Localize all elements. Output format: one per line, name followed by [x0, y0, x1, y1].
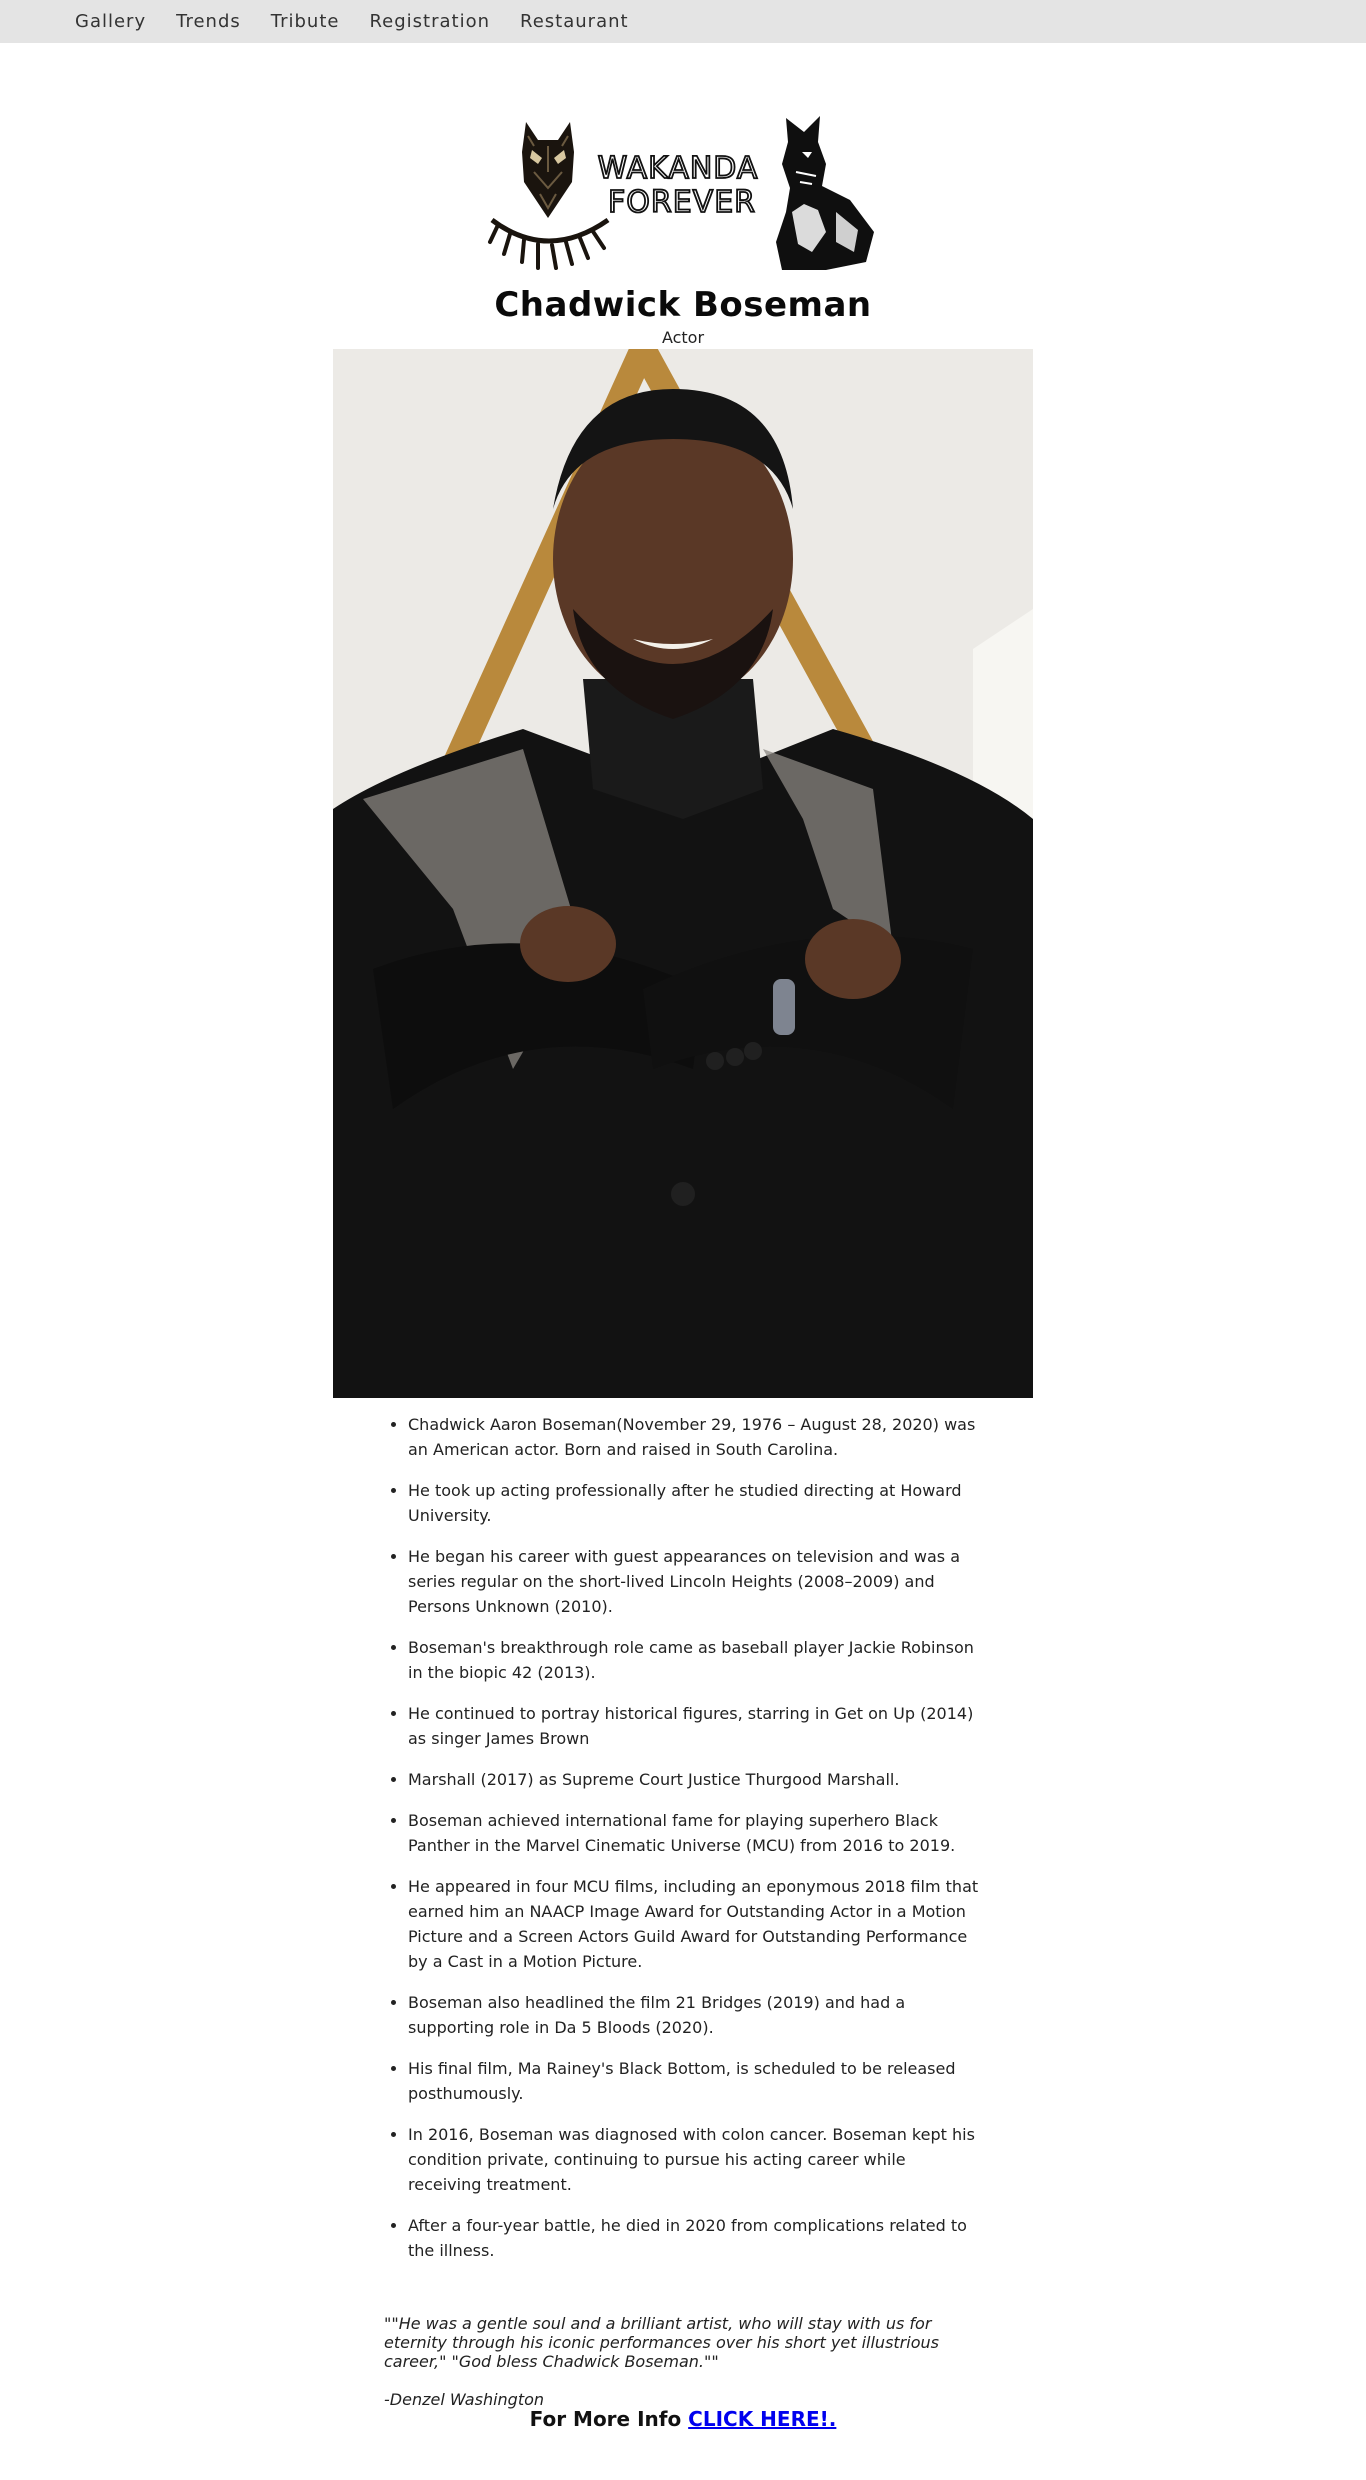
list-item: Boseman achieved international fame for …	[408, 1808, 980, 1858]
panther-figure-icon	[776, 116, 874, 270]
portrait-photo	[333, 349, 1033, 1398]
top-navbar: Gallery Trends Tribute Registration Rest…	[0, 0, 1366, 43]
nav-link-trends[interactable]: Trends	[161, 11, 256, 32]
nav-link-registration[interactable]: Registration	[354, 11, 505, 32]
list-item: He took up acting professionally after h…	[408, 1478, 980, 1528]
list-item: Boseman also headlined the film 21 Bridg…	[408, 1990, 980, 2040]
nav-link-gallery[interactable]: Gallery	[60, 11, 161, 32]
list-item: In 2016, Boseman was diagnosed with colo…	[408, 2122, 980, 2197]
page-title: Chadwick Boseman	[494, 285, 872, 325]
subtitle-role: Actor	[661, 328, 705, 347]
nav-link-restaurant[interactable]: Restaurant	[505, 11, 644, 32]
list-item: Chadwick Aaron Boseman(November 29, 1976…	[408, 1412, 980, 1462]
list-item: His final film, Ma Rainey's Black Bottom…	[408, 2056, 980, 2106]
claw-necklace-icon	[488, 217, 610, 270]
logo-line-1: WAKANDA	[598, 151, 759, 186]
biography-list: Chadwick Aaron Boseman(November 29, 1976…	[380, 1412, 980, 2279]
list-item: He continued to portray historical figur…	[408, 1701, 980, 1751]
panther-mask-icon	[522, 122, 574, 218]
more-info-label: For More Info	[529, 2407, 682, 2431]
list-item: Marshall (2017) as Supreme Court Justice…	[408, 1767, 980, 1792]
list-item: After a four-year battle, he died in 202…	[408, 2213, 980, 2263]
portrait-photo-illustration	[333, 349, 1033, 1398]
tribute-quote: ""He was a gentle soul and a brilliant a…	[384, 2314, 939, 2371]
wakanda-forever-logo: WAKANDA FOREVER	[486, 112, 880, 274]
nav-link-tribute[interactable]: Tribute	[256, 11, 355, 32]
more-info-link[interactable]: CLICK HERE!.	[688, 2407, 836, 2431]
wakanda-forever-logo-graphic: WAKANDA FOREVER	[488, 116, 874, 270]
list-item: Boseman's breakthrough role came as base…	[408, 1635, 980, 1685]
list-item: He began his career with guest appearanc…	[408, 1544, 980, 1619]
list-item: He appeared in four MCU films, including…	[408, 1874, 980, 1974]
more-info: For More Info CLICK HERE!.	[0, 2407, 1366, 2431]
logo-line-2: FOREVER	[608, 185, 756, 220]
